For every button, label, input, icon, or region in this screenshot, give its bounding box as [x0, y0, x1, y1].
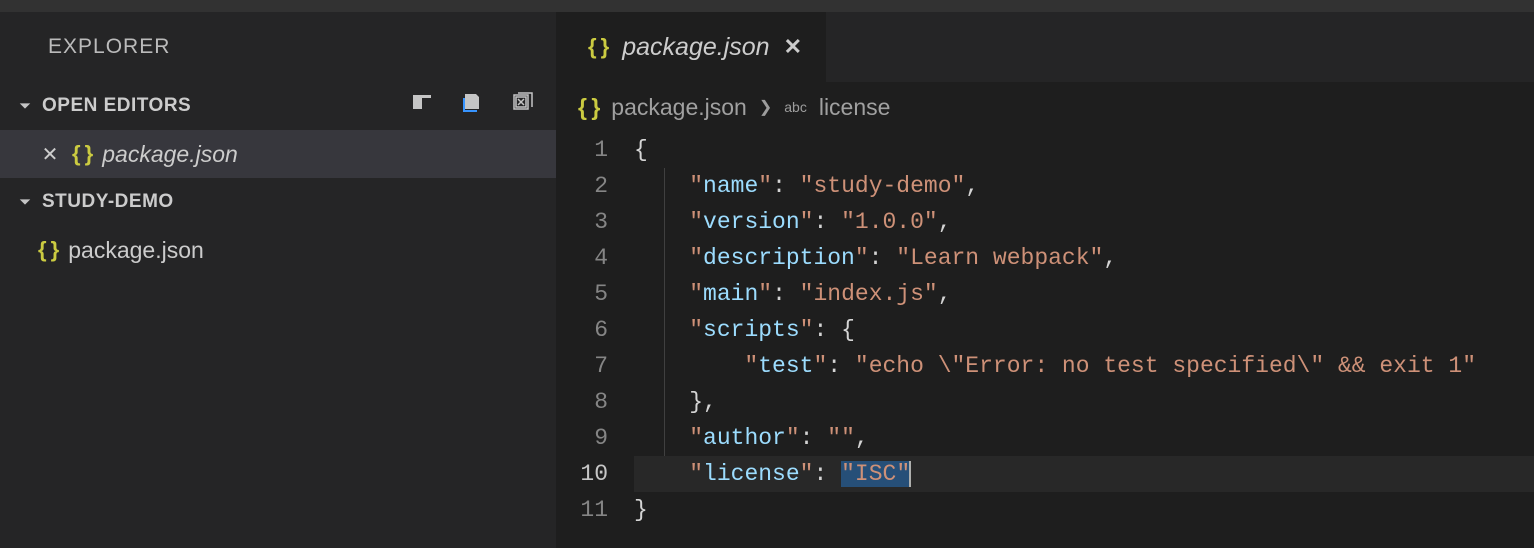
- save-all-icon[interactable]: [460, 91, 484, 121]
- json-file-icon: { }: [578, 94, 599, 121]
- window-titlebar-gap: [0, 0, 1534, 12]
- breadcrumb-symbol[interactable]: license: [819, 94, 891, 121]
- explorer-title: EXPLORER: [0, 12, 556, 82]
- code-lines[interactable]: { "name": "study-demo", "version": "1.0.…: [634, 132, 1534, 528]
- code-line[interactable]: "version": "1.0.0",: [634, 204, 1534, 240]
- code-line[interactable]: "author": "",: [634, 420, 1534, 456]
- workspace-folder-label: STUDY-DEMO: [42, 191, 174, 213]
- open-editor-item[interactable]: ✕ { } package.json: [0, 130, 556, 178]
- chevron-down-icon: [14, 99, 36, 113]
- editor-tab[interactable]: { } package.json ✕: [556, 12, 826, 82]
- close-icon[interactable]: ✕: [38, 142, 62, 167]
- code-line[interactable]: }: [634, 492, 1534, 528]
- open-editors-label: OPEN EDITORS: [42, 95, 191, 117]
- open-editors-header[interactable]: OPEN EDITORS: [0, 82, 556, 130]
- code-line[interactable]: "test": "echo \"Error: no test specified…: [634, 348, 1534, 384]
- tab-bar: { } package.json ✕: [556, 12, 1534, 82]
- code-line[interactable]: "main": "index.js",: [634, 276, 1534, 312]
- chevron-right-icon: ❯: [759, 97, 772, 117]
- explorer-sidebar: EXPLORER OPEN EDITORS ✕ { } package: [0, 12, 556, 548]
- new-untitled-icon[interactable]: [410, 91, 434, 121]
- breadcrumb[interactable]: { } package.json ❯ abc license: [556, 82, 1534, 132]
- breadcrumb-file[interactable]: package.json: [611, 94, 747, 121]
- line-number-gutter: 1234567891011: [556, 132, 634, 528]
- close-all-icon[interactable]: [510, 91, 534, 121]
- symbol-kind-icon: abc: [784, 99, 807, 115]
- file-tree-filename: package.json: [68, 237, 204, 264]
- tab-filename: package.json: [622, 33, 769, 62]
- code-line[interactable]: "name": "study-demo",: [634, 168, 1534, 204]
- file-tree-item[interactable]: { } package.json: [0, 226, 556, 274]
- json-file-icon: { }: [38, 237, 58, 263]
- code-line[interactable]: "license": "ISC": [634, 456, 1534, 492]
- editor-pane: { } package.json ✕ { } package.json ❯ ab…: [556, 12, 1534, 548]
- code-line[interactable]: },: [634, 384, 1534, 420]
- json-file-icon: { }: [588, 34, 608, 60]
- open-editor-filename: package.json: [102, 141, 238, 168]
- code-line[interactable]: {: [634, 132, 1534, 168]
- workspace-folder-header[interactable]: STUDY-DEMO: [0, 178, 556, 226]
- chevron-down-icon: [14, 195, 36, 209]
- json-file-icon: { }: [72, 141, 92, 167]
- code-line[interactable]: "scripts": {: [634, 312, 1534, 348]
- close-icon[interactable]: ✕: [784, 34, 802, 60]
- code-line[interactable]: "description": "Learn webpack",: [634, 240, 1534, 276]
- code-editor[interactable]: 1234567891011 { "name": "study-demo", "v…: [556, 132, 1534, 528]
